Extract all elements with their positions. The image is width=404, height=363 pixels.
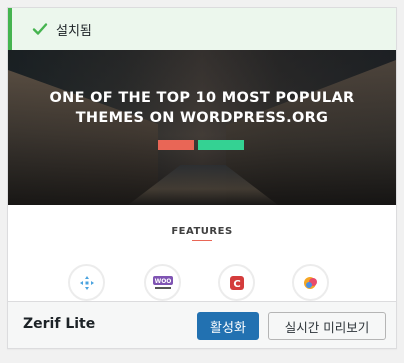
chat-bubble-icon <box>292 264 329 301</box>
checkmark-icon <box>32 23 48 35</box>
svg-text:C: C <box>233 279 240 290</box>
hero-title-line-2: THEMES ON WORDPRESS.ORG <box>75 110 329 126</box>
woocommerce-icon: WOO <box>144 264 181 301</box>
activate-button[interactable]: 활성화 <box>197 312 259 340</box>
features-divider <box>192 240 212 241</box>
c-logo-icon: C <box>218 264 255 301</box>
hero-title: ONE OF THE TOP 10 MOST POPULAR THEMES ON… <box>8 88 396 128</box>
theme-name: Zerif Lite <box>23 316 96 332</box>
hero-button-green <box>198 140 244 150</box>
hero-image: ONE OF THE TOP 10 MOST POPULAR THEMES ON… <box>8 50 396 205</box>
installed-notice-text: 설치됨 <box>56 23 92 39</box>
customizer-icon <box>68 264 105 301</box>
svg-text:WOO: WOO <box>154 278 171 285</box>
features-title: FEATURES <box>171 226 233 237</box>
live-preview-button[interactable]: 실시간 미리보기 <box>268 312 386 340</box>
hero-button-red <box>158 140 194 150</box>
theme-card: 설치됨 ONE OF THE TOP 10 MOST POPULAR THEME… <box>7 7 397 349</box>
hero-buildings-right <box>226 60 396 205</box>
theme-screenshot[interactable]: ONE OF THE TOP 10 MOST POPULAR THEMES ON… <box>8 50 396 301</box>
theme-card-footer: Zerif Lite 활성화 실시간 미리보기 <box>8 301 396 348</box>
hero-title-line-1: ONE OF THE TOP 10 MOST POPULAR <box>49 90 355 106</box>
installed-notice: 설치됨 <box>8 8 396 50</box>
